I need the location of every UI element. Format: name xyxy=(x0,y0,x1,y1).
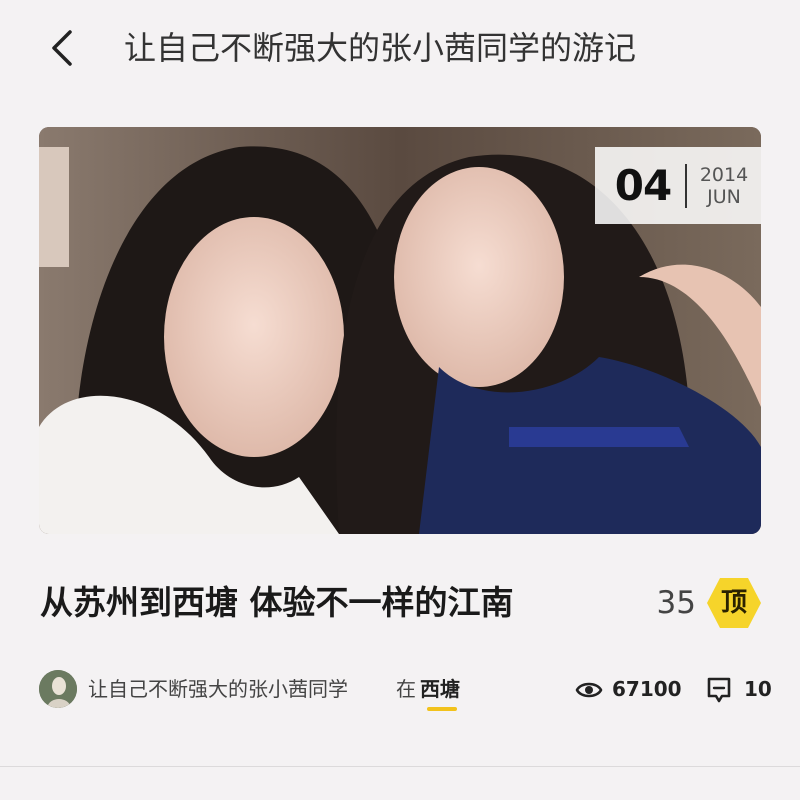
date-month: JUN xyxy=(707,185,741,208)
top-button-label: 顶 xyxy=(720,588,747,618)
date-badge: 04 2014 JUN xyxy=(595,147,761,224)
comment-count: 10 xyxy=(744,677,772,701)
chevron-left-icon xyxy=(52,30,72,66)
article-title: 从苏州到西塘 体验不一样的江南 xyxy=(40,583,514,622)
view-count: 67100 xyxy=(612,677,682,701)
header-bar: 让自己不断强大的张小茜同学的游记 xyxy=(0,0,800,96)
top-button[interactable]: 顶 xyxy=(706,576,762,630)
date-year-month: 2014 JUN xyxy=(687,164,761,208)
avatar[interactable] xyxy=(39,670,77,708)
back-button[interactable] xyxy=(44,26,84,70)
date-day: 04 xyxy=(614,161,672,210)
location-underline xyxy=(427,707,457,711)
eye-icon xyxy=(575,682,603,698)
comment-icon[interactable] xyxy=(706,676,732,704)
section-divider xyxy=(0,766,800,767)
page-title: 让自己不断强大的张小茜同学的游记 xyxy=(124,29,637,67)
date-year: 2014 xyxy=(699,163,749,186)
avatar-image xyxy=(39,670,77,708)
in-label: 在 xyxy=(396,677,416,701)
meta-row: 让自己不断强大的张小茜同学 在 西塘 67100 10 xyxy=(0,666,800,714)
author-name[interactable]: 让自己不断强大的张小茜同学 xyxy=(88,674,348,704)
top-count: 35 xyxy=(656,585,696,621)
location-link[interactable]: 西塘 xyxy=(420,674,460,704)
